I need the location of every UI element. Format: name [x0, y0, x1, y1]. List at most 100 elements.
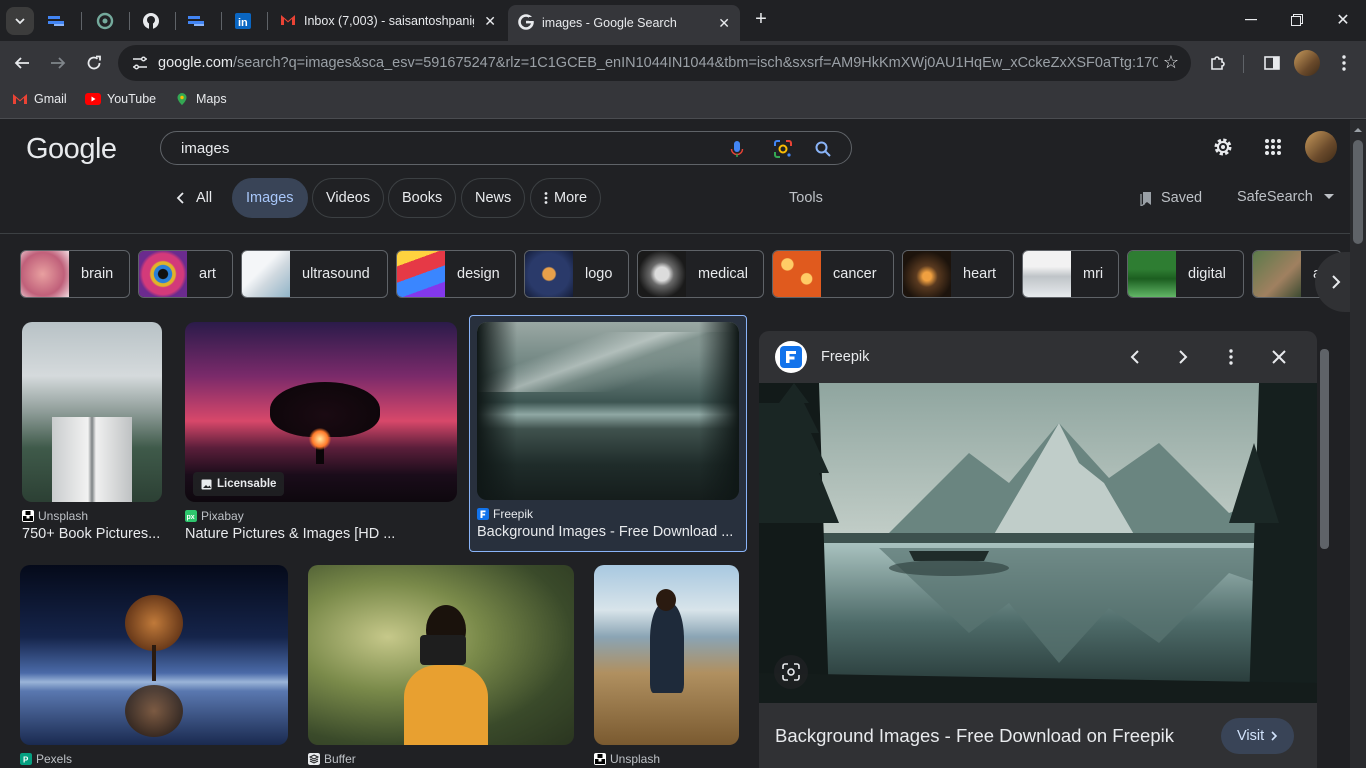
preview-more-button[interactable]	[1219, 345, 1243, 369]
tab-gmail[interactable]: Inbox (7,003) - saisantoshpanig ✕	[270, 5, 506, 37]
preview-scrollbar[interactable]	[1318, 331, 1332, 768]
tab-images[interactable]: Images	[232, 178, 308, 218]
search-input[interactable]: images	[181, 140, 229, 157]
image-result[interactable]: P Pexels	[20, 565, 288, 766]
related-chip-brain[interactable]: brain	[20, 250, 130, 298]
result-image[interactable]	[308, 565, 574, 745]
scrollbar-thumb[interactable]	[1320, 349, 1329, 549]
result-source[interactable]: Freepik	[477, 507, 739, 521]
bookmark-maps[interactable]: Maps	[174, 92, 227, 106]
pinned-tab-5[interactable]: in	[234, 6, 252, 35]
preview-title[interactable]: Background Images - Free Download on Fre…	[775, 725, 1174, 747]
scrollbar-thumb[interactable]	[1353, 140, 1363, 244]
close-window-button[interactable]: ✕	[1332, 8, 1354, 32]
address-bar[interactable]: google.com/search?q=images&sca_esv=59167…	[118, 45, 1191, 81]
image-result-selected[interactable]: Freepik Background Images - Free Downloa…	[477, 322, 739, 540]
microphone-icon[interactable]	[727, 139, 747, 159]
related-chip-art[interactable]: art	[138, 250, 233, 298]
url-text: google.com/search?q=images&sca_esv=59167…	[158, 55, 1158, 71]
source-name: Unsplash	[610, 752, 661, 766]
settings-gear-icon[interactable]	[1210, 134, 1236, 160]
freepik-logo-icon[interactable]	[775, 341, 807, 373]
pinned-tab-2[interactable]	[96, 6, 114, 35]
tab-more[interactable]: More	[530, 178, 602, 218]
restore-button[interactable]	[1286, 8, 1308, 32]
result-source[interactable]: P Pexels	[20, 752, 288, 766]
search-icon[interactable]	[813, 139, 833, 159]
image-result[interactable]: Unsplash 750+ Book Pictures...	[22, 322, 162, 542]
forest-shape	[477, 322, 517, 500]
related-chip-design[interactable]: design	[396, 250, 516, 298]
google-logo[interactable]: Google	[26, 133, 117, 166]
tab-google-search[interactable]: images - Google Search ✕	[508, 5, 740, 41]
tab-title: images - Google Search	[542, 16, 677, 30]
tools-button[interactable]: Tools	[789, 190, 823, 206]
chip-thumbnail	[21, 251, 69, 297]
bookmark-gmail[interactable]: Gmail	[12, 92, 67, 106]
forward-button[interactable]	[45, 50, 71, 76]
preview-source-name[interactable]: Freepik	[821, 349, 869, 365]
image-result[interactable]: Unsplash	[594, 565, 739, 766]
google-apps-icon[interactable]	[1260, 134, 1286, 160]
account-avatar[interactable]	[1305, 131, 1337, 163]
profile-avatar[interactable]	[1294, 50, 1320, 76]
result-image[interactable]	[594, 565, 739, 745]
result-source[interactable]: Unsplash	[22, 509, 162, 523]
close-tab-icon[interactable]: ✕	[484, 13, 496, 30]
result-image[interactable]	[477, 322, 739, 500]
pinned-tab-1[interactable]	[48, 6, 66, 35]
google-lens-icon[interactable]	[773, 139, 793, 159]
tab-videos[interactable]: Videos	[312, 178, 385, 218]
result-title[interactable]: Nature Pictures & Images [HD ...	[185, 526, 457, 542]
tab-all[interactable]: All	[176, 190, 212, 206]
search-box[interactable]: images	[160, 131, 852, 165]
chatgpt-icon	[96, 12, 114, 30]
codechef-icon	[48, 12, 66, 30]
preview-image[interactable]	[759, 383, 1317, 703]
image-result[interactable]: Buffer	[308, 565, 574, 766]
related-chip-heart[interactable]: heart	[902, 250, 1014, 298]
result-image[interactable]: Licensable	[185, 322, 457, 502]
browser-menu-button[interactable]	[1330, 49, 1358, 77]
previous-image-button[interactable]	[1123, 345, 1147, 369]
extensions-button[interactable]	[1204, 49, 1232, 77]
related-chip-mri[interactable]: mri	[1022, 250, 1119, 298]
result-title[interactable]: Background Images - Free Download ...	[477, 524, 739, 540]
site-info-icon[interactable]	[130, 53, 150, 73]
image-result[interactable]: Licensable px Pixabay Nature Pictures & …	[185, 322, 457, 542]
result-image[interactable]	[22, 322, 162, 502]
saved-button[interactable]: Saved	[1140, 190, 1202, 206]
reload-button[interactable]	[81, 50, 107, 76]
related-chip-medical[interactable]: medical	[637, 250, 764, 298]
tab-search-button[interactable]	[6, 7, 34, 35]
back-button[interactable]	[9, 50, 35, 76]
tab-news[interactable]: News	[461, 178, 526, 218]
visit-button[interactable]: Visit	[1221, 718, 1295, 754]
result-source[interactable]: Buffer	[308, 752, 574, 766]
result-image[interactable]	[20, 565, 288, 745]
minimize-button[interactable]	[1240, 8, 1262, 32]
related-chip-ultrasound[interactable]: ultrasound	[241, 250, 388, 298]
pinned-tab-3[interactable]	[142, 6, 160, 35]
side-panel-button[interactable]	[1258, 49, 1286, 77]
close-tab-icon[interactable]: ✕	[718, 15, 730, 32]
result-title[interactable]: 750+ Book Pictures...	[22, 526, 162, 542]
lens-search-button[interactable]	[774, 655, 808, 689]
safesearch-dropdown[interactable]: SafeSearch	[1237, 189, 1334, 205]
image-license-icon	[201, 479, 212, 489]
related-chip-logo[interactable]: logo	[524, 250, 629, 298]
scroll-up-icon[interactable]	[1350, 124, 1366, 136]
related-chip-digital[interactable]: digital	[1127, 250, 1244, 298]
tab-books[interactable]: Books	[388, 178, 457, 218]
new-tab-button[interactable]: +	[750, 8, 772, 32]
result-source[interactable]: Unsplash	[594, 752, 739, 766]
page-scrollbar[interactable]	[1350, 120, 1366, 768]
bookmark-star-icon[interactable]: ☆	[1163, 52, 1179, 73]
result-source[interactable]: px Pixabay	[185, 509, 457, 523]
close-preview-button[interactable]	[1267, 345, 1291, 369]
svg-text:in: in	[238, 17, 248, 29]
related-chip-cancer[interactable]: cancer	[772, 250, 894, 298]
bookmark-youtube[interactable]: YouTube	[85, 92, 156, 106]
pinned-tab-4[interactable]	[188, 6, 206, 35]
next-image-button[interactable]	[1171, 345, 1195, 369]
